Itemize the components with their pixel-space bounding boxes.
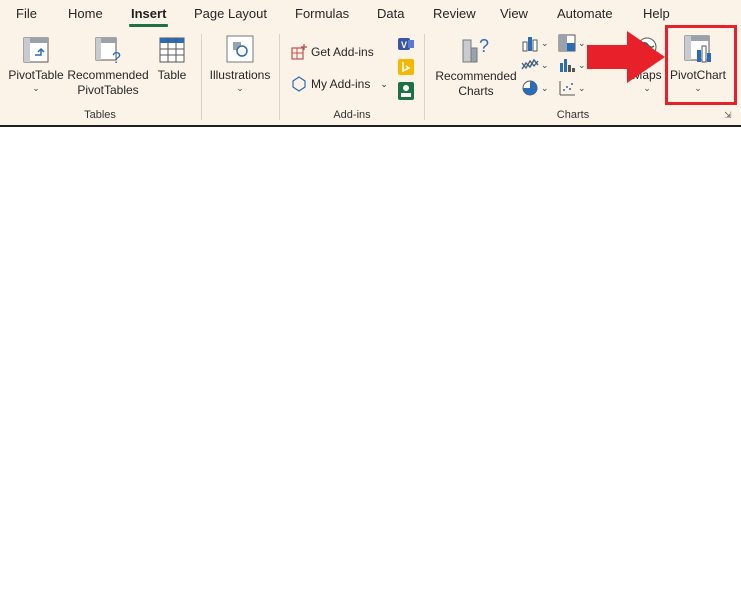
- table-button[interactable]: Table: [152, 36, 192, 83]
- tab-insert[interactable]: Insert: [131, 6, 166, 21]
- pivotchart-highlight-box: [665, 25, 737, 105]
- charts-group-label: Charts: [556, 109, 590, 121]
- bing-maps-icon[interactable]: [398, 59, 414, 75]
- tab-view[interactable]: View: [500, 6, 528, 21]
- tab-automate[interactable]: Automate: [557, 6, 613, 21]
- pie-chart-icon[interactable]: [521, 79, 539, 97]
- line-chart-icon[interactable]: [521, 57, 539, 73]
- recommended-charts-button[interactable]: ? Recommended Charts: [432, 34, 520, 99]
- hierarchy-chart-icon[interactable]: [558, 34, 576, 52]
- get-addins-button[interactable]: Get Add-ins: [290, 43, 374, 61]
- people-graph-icon[interactable]: [398, 82, 414, 100]
- my-addins-icon: [292, 76, 306, 92]
- group-separator: [201, 34, 202, 120]
- group-separator: [424, 34, 425, 120]
- scatter-chart-icon[interactable]: [558, 79, 576, 97]
- tab-page-layout[interactable]: Page Layout: [194, 6, 267, 21]
- chevron-down-icon[interactable]: ⌄: [541, 83, 549, 94]
- recommended-charts-label-1: Recommended: [435, 69, 517, 83]
- tab-help[interactable]: Help: [643, 6, 670, 21]
- chevron-down-icon[interactable]: ⌄: [541, 38, 549, 49]
- get-addins-label: Get Add-ins: [311, 45, 374, 59]
- red-arrow-annotation: [587, 31, 665, 83]
- tab-data[interactable]: Data: [377, 6, 404, 21]
- ribbon: File Home Insert Page Layout Formulas Da…: [0, 0, 741, 127]
- my-addins-button[interactable]: My Add-ins ⌄: [290, 75, 388, 93]
- dialog-launcher-icon[interactable]: ⇲: [724, 110, 732, 121]
- chevron-down-icon: ⌄: [643, 83, 651, 93]
- pivottable-label: PivotTable: [8, 68, 64, 82]
- recommended-pivottables-label-1: Recommended: [67, 68, 149, 82]
- chevron-down-icon[interactable]: ⌄: [578, 60, 586, 71]
- svg-text:?: ?: [479, 36, 489, 56]
- visio-icon[interactable]: V: [397, 36, 415, 52]
- group-separator: [279, 34, 280, 120]
- illustrations-icon: [226, 35, 254, 63]
- ribbon-tabs: File Home Insert Page Layout Formulas Da…: [0, 0, 741, 28]
- column-chart-icon[interactable]: [521, 34, 539, 52]
- my-addins-label: My Add-ins: [311, 77, 371, 91]
- tab-home[interactable]: Home: [68, 6, 103, 21]
- statistic-chart-icon[interactable]: [558, 57, 576, 73]
- chevron-down-icon[interactable]: ⌄: [578, 83, 586, 94]
- svg-text:?: ?: [112, 50, 121, 64]
- table-label: Table: [157, 68, 187, 82]
- tables-group-label: Tables: [84, 109, 116, 121]
- tab-formulas[interactable]: Formulas: [295, 6, 349, 21]
- pivottable-button[interactable]: PivotTable ⌄: [5, 36, 67, 93]
- chevron-down-icon[interactable]: ⌄: [541, 60, 549, 71]
- recommended-pivottables-button[interactable]: ? Recommended PivotTables: [66, 36, 150, 98]
- get-addins-icon: [291, 44, 307, 60]
- illustrations-button[interactable]: Illustrations ⌄: [206, 34, 274, 93]
- recommended-charts-icon: ?: [462, 36, 489, 63]
- addins-group-label: Add-ins: [333, 109, 371, 121]
- tab-review[interactable]: Review: [433, 6, 476, 21]
- pivottable-icon: [23, 37, 49, 63]
- chevron-down-icon: ⌄: [32, 83, 40, 93]
- illustrations-label: Illustrations: [209, 68, 271, 82]
- tab-file[interactable]: File: [16, 6, 37, 21]
- chevron-down-icon: ⌄: [236, 83, 244, 93]
- chevron-down-icon[interactable]: ⌄: [380, 79, 388, 90]
- recommended-charts-label-2: Charts: [458, 84, 494, 98]
- recommended-pivottables-label-2: PivotTables: [77, 83, 139, 97]
- recommended-pivottables-icon: ?: [95, 37, 121, 64]
- chevron-down-icon[interactable]: ⌄: [578, 38, 586, 49]
- active-tab-indicator: [129, 24, 168, 27]
- table-icon: [159, 37, 185, 63]
- svg-text:V: V: [401, 40, 407, 50]
